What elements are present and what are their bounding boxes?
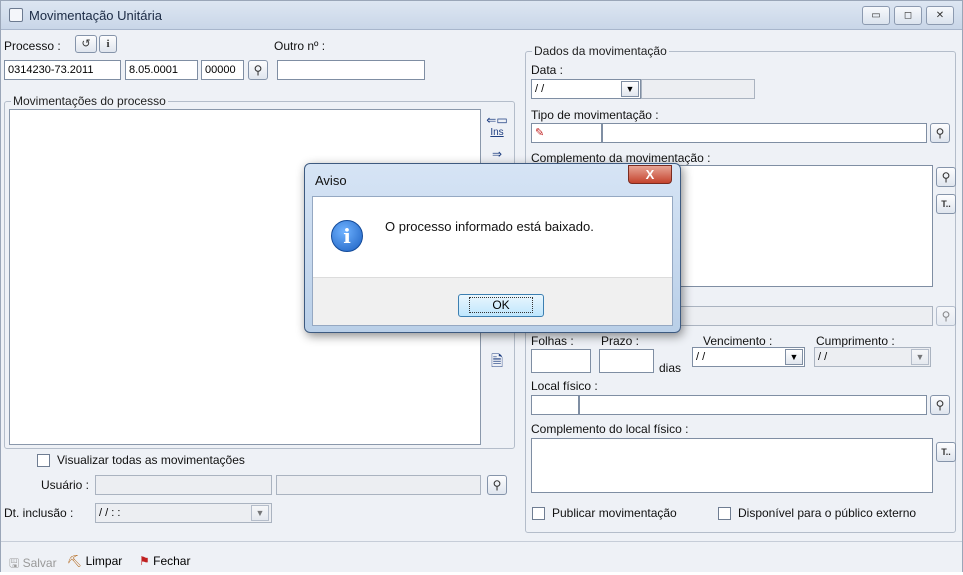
- search-icon: ⚲: [941, 170, 951, 184]
- cumprimento-label: Cumprimento :: [816, 334, 895, 348]
- local-fisico-label: Local físico :: [531, 379, 598, 393]
- footer-toolbar: 🖫 Salvar ⛏ Limpar ⚑ Fechar: [1, 541, 962, 572]
- app-icon: [9, 8, 23, 22]
- processo-orgao-field[interactable]: 8.05.0001: [125, 60, 198, 80]
- prazo-label: Prazo :: [601, 334, 640, 348]
- tipo-label: Tipo de movimentação :: [531, 108, 659, 122]
- movimentacoes-group-title: Movimentações do processo: [11, 94, 168, 108]
- search-icon: ⚲: [935, 398, 945, 412]
- info-icon[interactable]: i: [99, 35, 117, 53]
- information-icon: i: [331, 220, 363, 252]
- processo-label: Processo :: [4, 39, 61, 53]
- disponivel-checkbox[interactable]: [718, 507, 731, 520]
- processo-seq-field[interactable]: 00000: [201, 60, 244, 80]
- dialog-close-button[interactable]: X: [628, 165, 672, 184]
- dados-group-title: Dados da movimentação: [532, 44, 669, 58]
- preview-document-icon[interactable]: 🗎: [486, 351, 508, 376]
- dialog-footer: OK: [313, 277, 672, 325]
- dialog-body: i O processo informado está baixado. OK: [312, 196, 673, 326]
- ok-button[interactable]: OK: [458, 294, 544, 317]
- broom-icon: ⛏: [67, 554, 83, 568]
- search-disabled-button: ⚲: [936, 306, 956, 326]
- usuario-code-field: [95, 475, 272, 495]
- text-editor-icon[interactable]: T..: [936, 194, 956, 214]
- local-code-field[interactable]: [531, 395, 579, 415]
- export-icon[interactable]: ⇒: [486, 147, 508, 161]
- disponivel-label: Disponível para o público externo: [738, 506, 917, 520]
- usuario-name-field: [276, 475, 481, 495]
- tipo-code-field[interactable]: ✎: [531, 123, 602, 143]
- usuario-label: Usuário :: [41, 478, 90, 492]
- ok-label: OK: [469, 297, 533, 313]
- vencimento-label: Vencimento :: [703, 334, 773, 348]
- vencimento-dropdown-button[interactable]: ▼: [785, 349, 803, 365]
- close-button[interactable]: ✕: [926, 6, 954, 25]
- aviso-dialog: Aviso X i O processo informado está baix…: [304, 163, 681, 333]
- undo-icon[interactable]: ↺: [75, 35, 97, 53]
- dt-inclusao-label: Dt. inclusão :: [4, 506, 74, 520]
- search-icon: ⚲: [492, 478, 502, 492]
- search-icon: ⚲: [253, 63, 263, 77]
- title-bar: Movimentação Unitária ▭ ◻ ✕: [1, 1, 962, 30]
- chevron-down-icon: ▼: [911, 349, 929, 365]
- text-editor-icon[interactable]: T..: [936, 442, 956, 462]
- dias-label: dias: [659, 361, 682, 375]
- save-label: Salvar: [22, 556, 57, 570]
- search-local-button[interactable]: ⚲: [930, 395, 950, 415]
- processo-numero-field[interactable]: 0314230-73.2011: [4, 60, 121, 80]
- publicar-label: Publicar movimentação: [552, 506, 677, 520]
- complemento-local-textarea[interactable]: [531, 438, 933, 493]
- search-tipo-button[interactable]: ⚲: [930, 123, 950, 143]
- search-usuario-button[interactable]: ⚲: [487, 475, 507, 495]
- data-label: Data :: [531, 63, 564, 77]
- chevron-down-icon: ▼: [251, 505, 269, 521]
- dialog-title: Aviso: [315, 173, 347, 188]
- complemento-local-label: Complemento do local físico :: [531, 422, 689, 436]
- exit-icon: ⚑: [139, 554, 150, 568]
- fechar-button[interactable]: ⚑ Fechar: [139, 554, 190, 568]
- publicar-checkbox[interactable]: [532, 507, 545, 520]
- outro-numero-input[interactable]: [277, 60, 425, 80]
- tipo-desc-field[interactable]: [602, 123, 927, 143]
- folhas-label: Folhas :: [531, 334, 574, 348]
- search-complemento-button[interactable]: ⚲: [936, 167, 956, 187]
- dt-inclusao-field: / / : :: [95, 503, 272, 523]
- search-icon: ⚲: [941, 309, 951, 323]
- dialog-message: O processo informado está baixado.: [385, 219, 594, 234]
- limpar-button[interactable]: ⛏ Limpar: [67, 554, 122, 568]
- insert-button[interactable]: Ins: [486, 127, 508, 138]
- search-icon: ⚲: [935, 126, 945, 140]
- fechar-label: Fechar: [153, 554, 191, 568]
- outro-label: Outro nº :: [274, 39, 326, 53]
- prazo-input[interactable]: [599, 349, 654, 373]
- visualizar-todas-label: Visualizar todas as movimentações: [57, 453, 245, 467]
- visualizar-todas-checkbox[interactable]: [37, 454, 50, 467]
- folhas-input[interactable]: [531, 349, 591, 373]
- search-processo-button[interactable]: ⚲: [248, 60, 268, 80]
- window-title: Movimentação Unitária: [29, 8, 162, 23]
- save-icon: 🖫: [9, 556, 20, 570]
- data-dropdown-button[interactable]: ▼: [621, 81, 639, 97]
- minimize-button[interactable]: ▭: [862, 6, 890, 25]
- maximize-button[interactable]: ◻: [894, 6, 922, 25]
- limpar-label: Limpar: [85, 554, 123, 568]
- insert-left-icon[interactable]: ⇐▭: [486, 113, 508, 127]
- local-desc-field[interactable]: [579, 395, 927, 415]
- data-extra-field: [641, 79, 755, 99]
